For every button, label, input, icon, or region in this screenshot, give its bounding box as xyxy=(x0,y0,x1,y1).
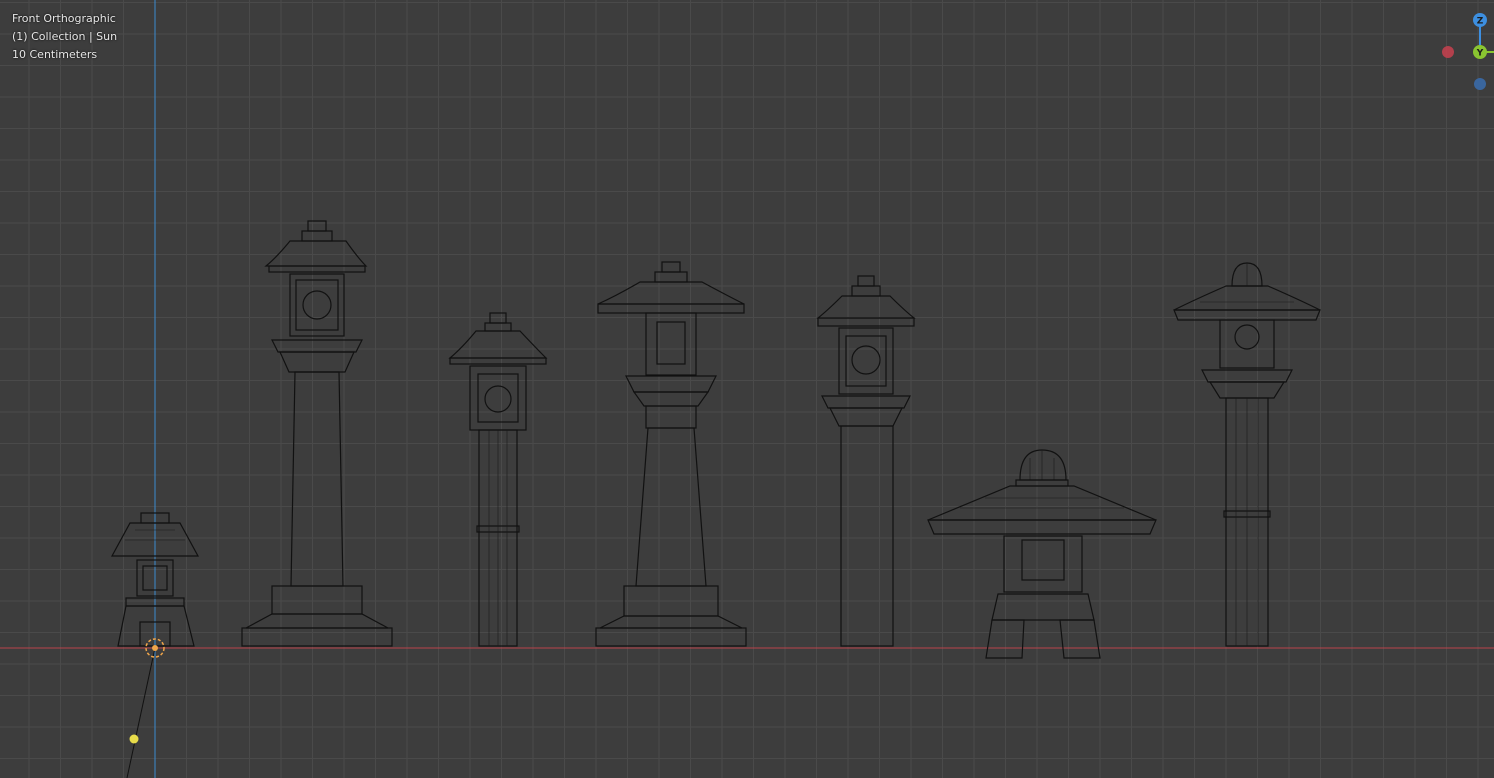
lantern-6[interactable] xyxy=(927,449,1157,659)
navigation-gizmo[interactable]: Z Y xyxy=(1442,13,1494,90)
neg-y-axis-handle[interactable] xyxy=(1474,78,1486,90)
collection-label: (1) Collection | Sun xyxy=(12,30,118,43)
x-axis-handle[interactable] xyxy=(1442,46,1454,58)
viewport-info-overlay: Front Orthographic (1) Collection | Sun … xyxy=(12,10,117,64)
lantern-4[interactable] xyxy=(595,261,747,647)
lantern-7[interactable] xyxy=(1173,262,1321,647)
lantern-3[interactable] xyxy=(448,312,548,647)
sun-light-icon[interactable] xyxy=(126,638,165,778)
z-axis-label: Z xyxy=(1477,17,1484,27)
lantern-2[interactable] xyxy=(241,220,393,647)
viewport-canvas[interactable]: Z Y xyxy=(0,0,1494,778)
grid-scale-label: 10 Centimeters xyxy=(12,48,98,61)
light-target-icon[interactable] xyxy=(129,734,139,744)
y-axis-label: Y xyxy=(1476,49,1484,59)
view-name: Front Orthographic xyxy=(12,12,116,25)
lantern-5[interactable] xyxy=(816,275,916,647)
